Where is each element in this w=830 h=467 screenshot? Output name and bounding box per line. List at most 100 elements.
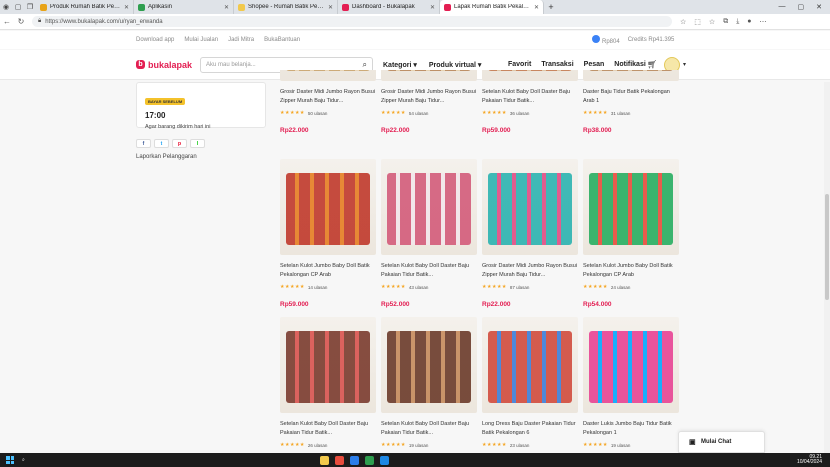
minimize-icon[interactable]: — — [779, 3, 786, 11]
product-name[interactable]: Setelan Kulot Jumbo Baby Doll Batik Peka… — [280, 262, 376, 280]
excel-icon[interactable] — [365, 455, 374, 465]
app-icon[interactable] — [335, 455, 344, 465]
system-tray-clock[interactable]: 09.21 10/04/2024 — [797, 455, 822, 465]
product-image[interactable] — [381, 159, 477, 255]
report-violation-link[interactable]: Laporkan Pelanggaran — [136, 154, 266, 160]
pinterest-share-button[interactable]: p — [172, 139, 187, 148]
product-name[interactable]: Long Dress Baju Daster Pakaian Tidur Bat… — [482, 420, 578, 438]
collections-icon[interactable]: ⧉ — [723, 18, 728, 26]
close-tab-icon[interactable]: ✕ — [328, 4, 333, 11]
review-count[interactable]: 19 ulasan — [611, 443, 631, 448]
browser-tab[interactable]: Dashboard - Bukalapak ✕ — [338, 0, 440, 14]
profile-avatar-icon[interactable]: ● — [747, 18, 751, 26]
browser-tab[interactable]: Aplikasin ✕ — [134, 0, 234, 14]
review-count[interactable]: 87 ulasan — [510, 285, 530, 290]
product-image[interactable] — [381, 70, 477, 81]
reload-icon[interactable]: ↻ — [14, 17, 28, 26]
scrollbar-thumb[interactable] — [825, 194, 829, 300]
credits[interactable]: Credits Rp41.395 — [628, 37, 675, 43]
product-card[interactable]: Setelan Kulot Baby Doll Daster Baju Paka… — [381, 317, 477, 466]
product-image[interactable] — [583, 70, 679, 81]
star-icon[interactable]: ☆ — [680, 18, 686, 26]
new-tab-button[interactable]: + — [544, 2, 558, 12]
line-share-button[interactable]: l — [190, 139, 205, 148]
product-image[interactable] — [482, 70, 578, 81]
review-count[interactable]: 50 ulasan — [308, 111, 328, 116]
become-partner-link[interactable]: Jadi Mitra — [228, 37, 254, 43]
product-image[interactable] — [583, 317, 679, 413]
review-count[interactable]: 43 ulasan — [409, 285, 429, 290]
search-icon[interactable]: ⌕ — [363, 60, 367, 70]
page-scrollbar[interactable] — [824, 82, 830, 453]
file-explorer-icon[interactable] — [320, 455, 329, 465]
product-card[interactable]: Daster Baju Tidur Batik Pekalongan Arab … — [583, 70, 679, 134]
tab-list-icon[interactable]: ❐ — [24, 1, 36, 13]
product-card[interactable]: Setelan Kulot Baby Doll Daster Baju Paka… — [381, 159, 477, 308]
back-icon[interactable]: ← — [0, 17, 14, 26]
product-name[interactable]: Setelan Kulot Baby Doll Daster Baju Paka… — [381, 262, 477, 280]
browser-tab[interactable]: Produk Rumah Batik Pekalongan ✕ — [36, 0, 134, 14]
favorites-link[interactable]: Favorit — [508, 61, 531, 68]
maximize-icon[interactable]: ▢ — [798, 3, 805, 11]
review-count[interactable]: 26 ulasan — [308, 443, 328, 448]
review-count[interactable]: 23 ulasan — [510, 443, 530, 448]
close-window-icon[interactable]: ✕ — [816, 3, 822, 11]
review-count[interactable]: 14 ulasan — [308, 285, 328, 290]
product-card[interactable]: Setelan Kulot Jumbo Baby Doll Batik Peka… — [280, 159, 376, 308]
review-count[interactable]: 54 ulasan — [409, 111, 429, 116]
start-selling-link[interactable]: Mulai Jualan — [184, 37, 218, 43]
browser-tab[interactable]: Shopee - Rumah Batik Pekalong... ✕ — [234, 0, 338, 14]
product-image[interactable] — [280, 70, 376, 81]
product-card[interactable]: Setelan Kulot Baby Doll Daster Baju Paka… — [280, 317, 376, 466]
product-name[interactable]: Grosir Daster Midi Jumbo Rayon Busui Zip… — [482, 262, 578, 280]
edge-icon[interactable] — [350, 455, 359, 465]
product-image[interactable] — [482, 159, 578, 255]
tab-actions-icon[interactable]: ▢ — [12, 1, 24, 13]
virtual-product-menu[interactable]: Produk virtual ▾ — [429, 61, 482, 69]
close-tab-icon[interactable]: ✕ — [534, 4, 539, 11]
product-image[interactable] — [482, 317, 578, 413]
cart-icon[interactable]: 🛒︎ — [647, 60, 657, 69]
app-icon[interactable] — [380, 455, 389, 465]
notifications-link[interactable]: Notifikasi — [614, 61, 646, 68]
product-card[interactable]: Setelan Kulot Baby Doll Daster Baju Paka… — [482, 70, 578, 134]
review-count[interactable]: 19 ulasan — [409, 443, 429, 448]
product-name[interactable]: Setelan Kulot Jumbo Baby Doll Batik Peka… — [583, 262, 679, 280]
messages-link[interactable]: Pesan — [584, 61, 605, 68]
product-name[interactable]: Daster Lukis Jumbo Baju Tidur Batik Peka… — [583, 420, 679, 438]
windows-start-icon[interactable] — [6, 456, 14, 464]
extensions-icon[interactable]: ⬚ — [694, 18, 701, 26]
close-tab-icon[interactable]: ✕ — [224, 4, 229, 11]
help-link[interactable]: BukaBantuan — [264, 37, 300, 43]
review-count[interactable]: 36 ulasan — [510, 111, 530, 116]
twitter-share-button[interactable]: t — [154, 139, 169, 148]
profile-icon[interactable]: ◉ — [0, 1, 12, 13]
transactions-link[interactable]: Transaksi — [541, 61, 573, 68]
product-image[interactable] — [583, 159, 679, 255]
start-chat-button[interactable]: ▣ Mulai Chat — [678, 431, 765, 453]
product-name[interactable]: Setelan Kulot Baby Doll Daster Baju Paka… — [482, 88, 578, 106]
product-image[interactable] — [280, 159, 376, 255]
chevron-down-icon[interactable]: ▾ — [683, 61, 686, 68]
product-name[interactable]: Setelan Kulot Baby Doll Daster Baju Paka… — [381, 420, 477, 438]
product-card[interactable]: Grosir Daster Midi Jumbo Rayon Busui Zip… — [280, 70, 376, 134]
bukalapak-logo[interactable]: b bukalapak — [136, 60, 192, 70]
url-field[interactable]: 🔒︎ https://www.bukalapak.com/u/ryan_erwa… — [32, 16, 672, 27]
product-name[interactable]: Grosir Daster Midi Jumbo Rayon Busui Zip… — [280, 88, 376, 106]
product-name[interactable]: Setelan Kulot Baby Doll Daster Baju Paka… — [280, 420, 376, 438]
favorites-icon[interactable]: ☆ — [709, 18, 715, 26]
facebook-share-button[interactable]: f — [136, 139, 151, 148]
close-tab-icon[interactable]: ✕ — [430, 4, 435, 11]
product-name[interactable]: Daster Baju Tidur Batik Pekalongan Arab … — [583, 88, 679, 106]
product-image[interactable] — [381, 317, 477, 413]
search-taskbar-icon[interactable]: ⌕ — [22, 457, 25, 463]
product-name[interactable]: Grosir Daster Midi Jumbo Rayon Busui Zip… — [381, 88, 477, 106]
more-icon[interactable]: ⋯ — [760, 18, 767, 26]
product-image[interactable] — [280, 317, 376, 413]
balance[interactable]: Rp804 — [592, 35, 620, 45]
browser-tab[interactable]: Lapak Rumah Batik Pekalongan ✕ — [440, 0, 544, 14]
product-card[interactable]: Daster Lukis Jumbo Baju Tidur Batik Peka… — [583, 317, 679, 466]
downloads-icon[interactable]: ⤓ — [736, 18, 739, 26]
review-count[interactable]: 31 ulasan — [611, 111, 631, 116]
product-card[interactable]: Long Dress Baju Daster Pakaian Tidur Bat… — [482, 317, 578, 466]
